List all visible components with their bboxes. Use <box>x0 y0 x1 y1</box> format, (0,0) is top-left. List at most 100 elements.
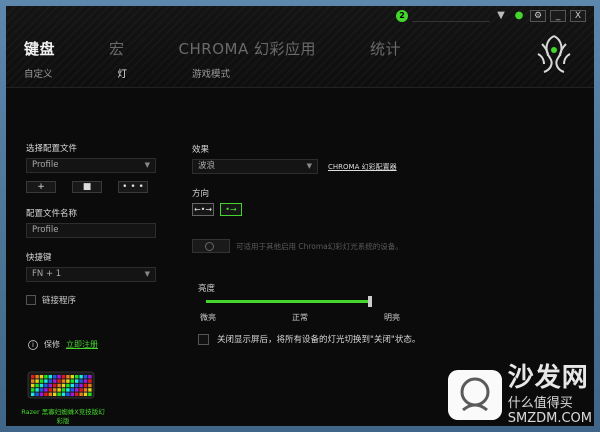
direction-right-button[interactable]: •→ <box>220 203 242 216</box>
brightness-min-label: 微亮 <box>200 313 216 322</box>
keyboard-key <box>31 379 35 383</box>
keyboard-key <box>88 392 92 396</box>
keyboard-key <box>31 392 35 396</box>
keyboard-key <box>88 383 92 388</box>
keyboard-key <box>53 375 57 379</box>
brightness-scale: 微亮 正常 明亮 <box>200 312 400 323</box>
keyboard-key <box>88 379 92 383</box>
keyboard-key <box>35 383 39 388</box>
add-profile-button[interactable]: + <box>26 181 56 193</box>
brightness-slider[interactable] <box>206 296 372 307</box>
keyboard-key <box>61 375 66 379</box>
info-icon: i <box>28 339 38 350</box>
close-button[interactable]: X <box>570 10 586 22</box>
direction-label: 方向 <box>192 189 210 199</box>
profile-panel: 选择配置文件 Profile ▼ + ■ • • • 配置文件名称 Profil… <box>26 142 156 306</box>
keyboard-key <box>44 379 48 383</box>
chroma-configurator-link[interactable]: CHROMA 幻彩配置器 <box>328 162 397 172</box>
screen-off-row: 关闭显示屏后，将所有设备的灯光切换到"关闭"状态。 <box>198 333 420 345</box>
subtab-lighting[interactable]: 灯 <box>118 66 128 80</box>
lighting-panel: 效果 波浪 ▼ CHROMA 幻彩配置器 方向 ←•→ •→ <box>192 143 422 216</box>
keyboard-key <box>39 383 44 388</box>
keyboard-key <box>61 383 66 388</box>
keyboard-key <box>57 375 61 379</box>
screen-off-checkbox[interactable] <box>198 333 209 345</box>
notification-badge[interactable]: 2 <box>396 10 408 22</box>
direction-left-button[interactable]: ←•→ <box>192 203 214 216</box>
watermark: 沙发网 什么值得买 SMZDM.COM <box>447 364 592 426</box>
keyboard-key <box>79 379 83 383</box>
shortcut-select-value: FN + 1 <box>32 269 62 279</box>
keyboard-key <box>57 392 61 396</box>
subtab-customize[interactable]: 自定义 <box>24 66 53 80</box>
brightness-label: 亮度 <box>198 284 216 294</box>
keyboard-key <box>61 392 66 396</box>
minimize-button[interactable]: _ <box>550 10 566 22</box>
link-program-row: 链接程序 <box>26 294 156 306</box>
profile-actions: + ■ • • • <box>26 181 156 193</box>
keyboard-key <box>83 388 88 392</box>
register-link[interactable]: 立即注册 <box>66 339 98 350</box>
keyboard-key <box>66 379 70 383</box>
effect-row: 波浪 ▼ CHROMA 幻彩配置器 <box>192 159 422 174</box>
direction-options: ←•→ •→ <box>192 203 422 216</box>
keyboard-key <box>79 383 83 388</box>
keyboard-key <box>79 375 83 379</box>
subtab-gaming-mode[interactable]: 游戏模式 <box>192 66 230 80</box>
keyboard-key <box>48 392 52 396</box>
footer-links: i 保修 立即注册 <box>28 339 98 350</box>
keyboard-key <box>61 379 66 383</box>
watermark-site: SMZDM.COM <box>507 411 592 426</box>
keyboard-device-image[interactable] <box>26 366 96 402</box>
razer-status-icon[interactable]: ● <box>512 10 526 22</box>
shortcut-select[interactable]: FN + 1 ▼ <box>26 267 156 282</box>
keyboard-key <box>53 379 57 383</box>
brightness-track <box>206 300 368 303</box>
keyboard-key <box>83 375 88 379</box>
keyboard-key <box>61 388 66 392</box>
shortcut-label: 快捷键 <box>26 253 52 263</box>
keyboard-key <box>70 375 74 379</box>
brightness-mid-label: 正常 <box>292 313 308 322</box>
settings-button[interactable]: ⚙ <box>530 10 546 22</box>
keyboard-key <box>83 392 88 396</box>
sync-description: 可适用于其他启用 Chroma幻彩灯光系统的设备。 <box>236 241 403 251</box>
link-program-checkbox[interactable] <box>26 295 36 305</box>
effect-label: 效果 <box>192 145 210 155</box>
tab-macro[interactable]: 宏 <box>109 38 125 59</box>
watermark-title: 沙发网 <box>507 363 589 393</box>
keyboard-key <box>53 388 57 392</box>
chevron-down-icon: ▼ <box>306 162 312 170</box>
effect-select[interactable]: 波浪 ▼ <box>192 159 318 174</box>
keyboard-key <box>31 375 35 379</box>
title-bar: 2 ▼ ● ⚙ _ X <box>396 10 586 22</box>
sync-toggle[interactable] <box>192 239 230 253</box>
effect-select-value: 波浪 <box>198 161 216 171</box>
tab-chroma-apps[interactable]: CHROMA 幻彩应用 <box>179 38 316 59</box>
profile-select-value: Profile <box>32 160 59 170</box>
device-name: Razer 黑寡妇蜘蛛X竞技版幻彩版 <box>21 408 105 425</box>
keyboard-key <box>39 375 44 379</box>
keyboard-key <box>88 388 92 392</box>
status-icon[interactable]: ▼ <box>494 10 508 22</box>
more-options-button[interactable]: • • • <box>118 181 148 193</box>
delete-profile-button[interactable]: ■ <box>72 181 102 193</box>
chevron-down-icon: ▼ <box>144 270 150 278</box>
brightness-thumb[interactable] <box>368 296 372 307</box>
keyboard-key <box>48 388 52 392</box>
keyboard-key <box>39 392 44 396</box>
tab-stats[interactable]: 统计 <box>370 38 401 59</box>
keyboard-key <box>66 383 70 388</box>
warranty-label[interactable]: 保修 <box>44 339 60 350</box>
keyboard-key <box>75 388 79 392</box>
tab-keyboard[interactable]: 键盘 <box>24 38 55 59</box>
keyboard-key <box>48 375 52 379</box>
title-bar-spacer <box>412 10 490 22</box>
profile-select[interactable]: Profile ▼ <box>26 158 156 173</box>
keyboard-key <box>44 392 48 396</box>
keyboard-key <box>70 392 74 396</box>
keyboard-key <box>75 379 79 383</box>
profile-name-input[interactable]: Profile <box>26 223 156 238</box>
watermark-text: 沙发网 什么值得买 SMZDM.COM <box>508 364 592 426</box>
keyboard-key <box>70 383 74 388</box>
